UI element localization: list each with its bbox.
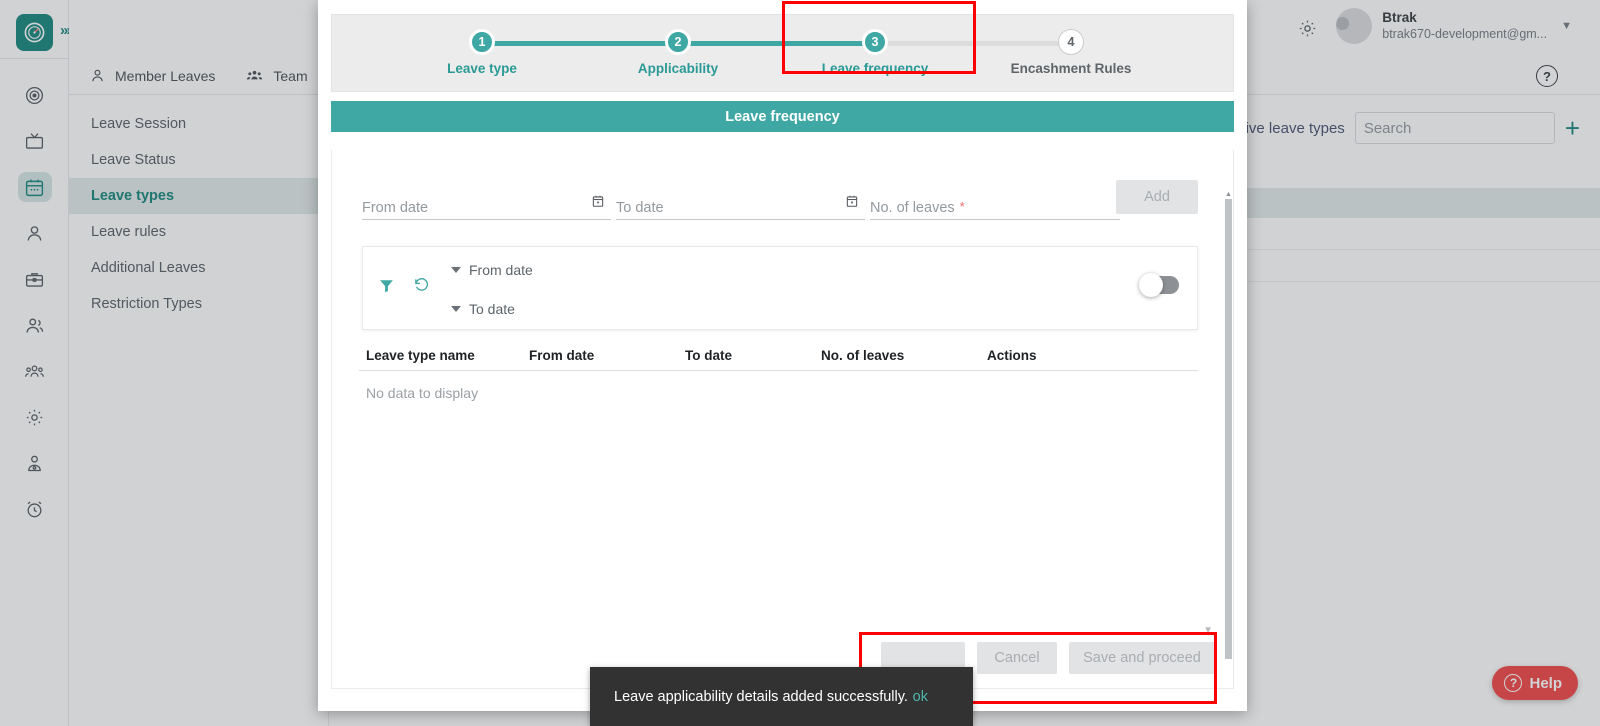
calendar-icon[interactable] xyxy=(845,194,859,213)
from-date-placeholder: From date xyxy=(362,200,429,216)
frequency-grid: Leave type name From date To date No. of… xyxy=(359,340,1198,401)
step-connector-2-3 xyxy=(678,41,875,46)
filter-chip-from-date[interactable]: From date xyxy=(451,262,533,278)
step-applicability[interactable]: 2 Applicability xyxy=(603,29,753,76)
filter-toggle[interactable] xyxy=(1139,273,1179,297)
step-connector-3-4 xyxy=(875,41,1071,46)
modal-scrollbar[interactable]: ▲ xyxy=(1225,151,1232,687)
step-number: 2 xyxy=(665,29,691,55)
toast-message: Leave applicability details added succes… xyxy=(614,688,908,705)
step-label: Leave type xyxy=(447,61,517,76)
funnel-filter-icon[interactable] xyxy=(378,277,395,299)
toggle-knob xyxy=(1139,273,1163,297)
filter-chip-label: To date xyxy=(469,301,515,317)
leave-type-wizard-modal: 1 Leave type 2 Applicability 3 Leave fre… xyxy=(318,0,1247,711)
step-label: Applicability xyxy=(637,61,719,76)
filter-chip-label: From date xyxy=(469,262,533,278)
step-encashment-rules[interactable]: 4 Encashment Rules xyxy=(996,29,1146,76)
caret-down-icon xyxy=(451,306,461,312)
column-header-no-of-leaves: No. of leaves xyxy=(821,347,905,363)
step-connector-1-2 xyxy=(482,41,678,46)
calendar-icon[interactable] xyxy=(591,194,605,213)
step-number: 3 xyxy=(862,29,888,55)
modal-title-bar: Leave frequency xyxy=(331,101,1234,132)
reset-undo-icon[interactable] xyxy=(413,276,430,298)
grid-filter-panel: From date To date xyxy=(362,246,1198,330)
toast-notification: Leave applicability details added succes… xyxy=(590,667,973,726)
to-date-placeholder: To date xyxy=(616,200,664,216)
from-date-field[interactable]: From date xyxy=(362,186,611,220)
grid-header-row: Leave type name From date To date No. of… xyxy=(359,340,1198,371)
add-button[interactable]: Add xyxy=(1116,180,1198,214)
to-date-field[interactable]: To date xyxy=(616,186,865,220)
save-and-proceed-button[interactable]: Save and proceed xyxy=(1069,642,1215,674)
modal-body: From date To date No. of leaves * Add Fr… xyxy=(331,150,1234,689)
step-leave-frequency[interactable]: 3 Leave frequency xyxy=(800,29,950,76)
grid-empty-message: No data to display xyxy=(366,385,479,401)
step-number: 4 xyxy=(1058,29,1084,55)
column-header-actions: Actions xyxy=(987,347,1037,363)
step-label: Leave frequency xyxy=(821,61,929,76)
filter-chip-to-date[interactable]: To date xyxy=(451,301,515,317)
caret-down-icon xyxy=(451,267,461,273)
column-header-to-date: To date xyxy=(685,347,732,363)
no-of-leaves-field[interactable]: No. of leaves * xyxy=(870,186,1120,220)
toast-ok-button[interactable]: ok xyxy=(913,689,973,705)
required-marker: * xyxy=(959,199,965,214)
screen-root: »» Btrak btrak670-development@gm... ▼ Me… xyxy=(0,0,1600,726)
footer-caret-icon: ▼ xyxy=(1203,625,1213,636)
frequency-form: From date To date No. of leaves * Add xyxy=(362,180,1198,230)
step-number: 1 xyxy=(469,29,495,55)
wizard-stepper: 1 Leave type 2 Applicability 3 Leave fre… xyxy=(331,1,1234,92)
column-header-from-date: From date xyxy=(529,347,595,363)
no-of-leaves-placeholder: No. of leaves xyxy=(870,200,955,216)
step-leave-type[interactable]: 1 Leave type xyxy=(407,29,557,76)
modal-title: Leave frequency xyxy=(725,108,840,125)
scroll-up-arrow-icon[interactable]: ▲ xyxy=(1225,191,1232,198)
modal-scrollbar-thumb[interactable] xyxy=(1225,199,1232,659)
cancel-button[interactable]: Cancel xyxy=(977,642,1057,674)
stepper-container: 1 Leave type 2 Applicability 3 Leave fre… xyxy=(318,0,1247,92)
column-header-leave-type-name: Leave type name xyxy=(366,347,475,363)
step-label: Encashment Rules xyxy=(1010,61,1132,76)
